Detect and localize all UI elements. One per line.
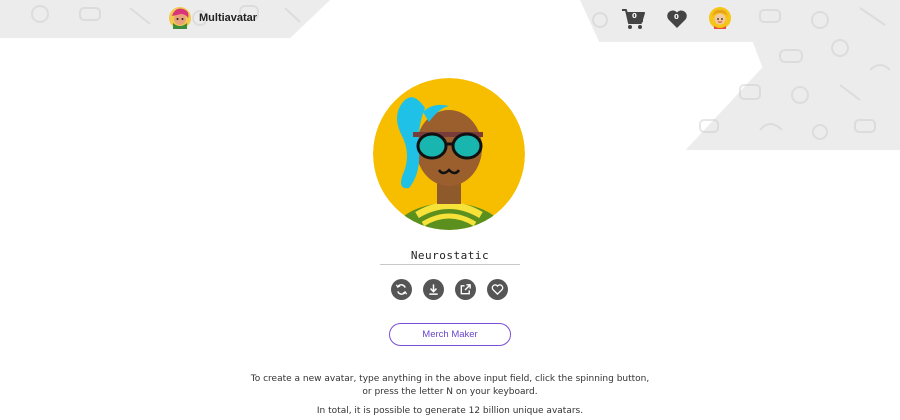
multiavatar-logo-icon: [169, 7, 191, 29]
avatar-actions: [391, 279, 508, 300]
merch-maker-button[interactable]: Merch Maker: [389, 323, 511, 346]
regenerate-button[interactable]: [391, 279, 412, 300]
heart-icon: [491, 284, 504, 296]
user-avatar-icon[interactable]: [709, 7, 731, 29]
favorites-count: 0: [674, 13, 679, 21]
refresh-icon: [395, 284, 408, 295]
favorite-button[interactable]: [487, 279, 508, 300]
share-button[interactable]: [455, 279, 476, 300]
brand-name: Multiavatar: [199, 12, 258, 24]
cart-count: 0: [632, 12, 637, 20]
share-icon: [460, 284, 471, 295]
main-avatar: [373, 78, 525, 230]
instructions-text: To create a new avatar, type anything in…: [250, 374, 650, 397]
total-avatars-text: In total, it is possible to generate 12 …: [316, 406, 584, 416]
avatar-name-input[interactable]: [380, 246, 520, 265]
download-button[interactable]: [423, 279, 444, 300]
cart-button[interactable]: 0: [621, 8, 645, 30]
favorites-button[interactable]: 0: [666, 9, 688, 29]
brand-link[interactable]: Multiavatar: [169, 7, 257, 29]
download-icon: [429, 284, 438, 295]
avatar-illustration: [373, 78, 525, 230]
